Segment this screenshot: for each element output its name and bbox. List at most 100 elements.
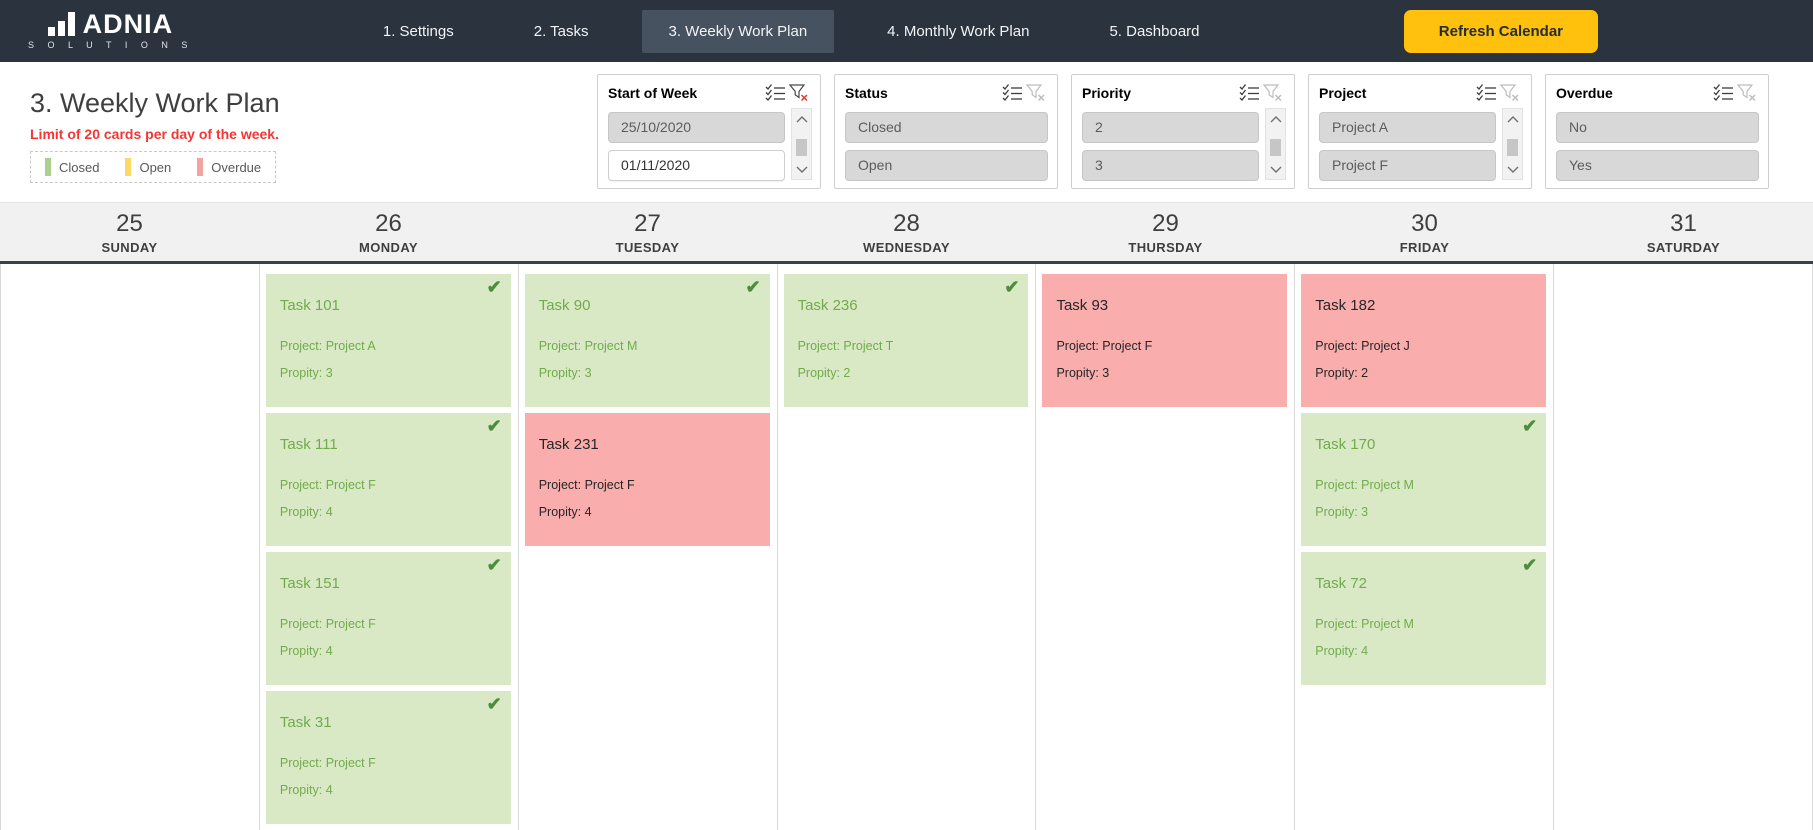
slicer-item-2[interactable]: 2	[1082, 112, 1259, 143]
check-icon: ✔	[487, 555, 502, 576]
task-title: Task 90	[539, 297, 756, 314]
task-priority: Propity: 2	[1315, 366, 1532, 380]
task-card-task-151[interactable]: ✔Task 151Project: Project FPropity: 4	[266, 552, 511, 685]
multi-select-icon[interactable]	[1237, 83, 1261, 103]
task-project: Project: Project J	[1315, 339, 1532, 353]
task-card-task-31[interactable]: ✔Task 31Project: Project FPropity: 4	[266, 691, 511, 824]
day-number: 26	[259, 210, 518, 238]
slicer-item-closed[interactable]: Closed	[845, 112, 1048, 143]
task-project: Project: Project M	[1315, 478, 1532, 492]
slicer-item-project-f[interactable]: Project F	[1319, 150, 1496, 181]
task-project: Project: Project A	[280, 339, 497, 353]
tab-5-dashboard[interactable]: 5. Dashboard	[1082, 10, 1226, 53]
task-priority: Propity: 3	[1056, 366, 1273, 380]
scrollbar-thumb[interactable]	[1507, 139, 1518, 156]
clear-filter-icon[interactable]	[1024, 83, 1048, 103]
header-area: 3. Weekly Work Plan Limit of 20 cards pe…	[0, 62, 1813, 202]
task-project: Project: Project M	[539, 339, 756, 353]
slicer-overdue: Overdue NoYes	[1545, 74, 1769, 189]
slicer-scrollbar[interactable]	[1265, 108, 1286, 180]
day-name: TUESDAY	[518, 240, 777, 255]
day-column-sunday	[0, 264, 260, 830]
multi-select-icon[interactable]	[763, 83, 787, 103]
multi-select-icon[interactable]	[1711, 83, 1735, 103]
tab-1-settings[interactable]: 1. Settings	[356, 10, 481, 53]
slicer-scrollbar[interactable]	[791, 108, 812, 180]
day-header-tuesday: 27 TUESDAY	[518, 203, 777, 261]
slicer-priority: Priority 2 3	[1071, 74, 1295, 189]
slicer-row: Start of Week 25/10/202001/11/2020Status…	[597, 74, 1769, 189]
task-title: Task 101	[280, 297, 497, 314]
slicer-title: Status	[845, 85, 1000, 101]
tab-4-monthly-work-plan[interactable]: 4. Monthly Work Plan	[860, 10, 1056, 53]
task-priority: Propity: 4	[280, 644, 497, 658]
task-card-task-170[interactable]: ✔Task 170Project: Project MPropity: 3	[1301, 413, 1546, 546]
tab-3-weekly-work-plan[interactable]: 3. Weekly Work Plan	[642, 10, 835, 53]
day-number: 27	[518, 210, 777, 238]
slicer-scrollbar[interactable]	[1502, 108, 1523, 180]
adnia-logo: ADNIA S O L U T I O N S	[28, 12, 193, 50]
task-card-task-182[interactable]: Task 182 Project: Project J Propity: 2	[1301, 274, 1546, 407]
task-title: Task 31	[280, 714, 497, 731]
slicer-item-01-11-2020[interactable]: 01/11/2020	[608, 150, 785, 181]
day-number: 28	[777, 210, 1036, 238]
task-card-task-72[interactable]: ✔Task 72Project: Project MPropity: 4	[1301, 552, 1546, 685]
day-header-friday: 30 FRIDAY	[1295, 203, 1554, 261]
task-card-task-93[interactable]: Task 93Project: Project FPropity: 3	[1042, 274, 1287, 407]
slicer-item-25-10-2020[interactable]: 25/10/2020	[608, 112, 785, 143]
slicer-status: Status Closed Open	[834, 74, 1058, 189]
task-title: Task 231	[539, 436, 756, 453]
scroll-up-icon[interactable]	[1503, 111, 1522, 127]
task-project: Project: Project F	[280, 478, 497, 492]
task-card-task-111[interactable]: ✔Task 111Project: Project FPropity: 4	[266, 413, 511, 546]
scroll-down-icon[interactable]	[792, 161, 811, 177]
multi-select-icon[interactable]	[1000, 83, 1024, 103]
day-name: WEDNESDAY	[777, 240, 1036, 255]
task-title: Task 182	[1315, 297, 1532, 314]
check-icon: ✔	[1522, 416, 1537, 437]
task-project: Project: Project T	[798, 339, 1015, 353]
scroll-up-icon[interactable]	[792, 111, 811, 127]
slicer-project: Project Project AProject F	[1308, 74, 1532, 189]
day-name: FRIDAY	[1295, 240, 1554, 255]
task-priority: Propity: 2	[798, 366, 1015, 380]
legend-swatch-overdue	[197, 158, 203, 176]
day-name: THURSDAY	[1036, 240, 1295, 255]
scroll-down-icon[interactable]	[1266, 161, 1285, 177]
day-header-thursday: 29THURSDAY	[1036, 203, 1295, 261]
clear-filter-icon[interactable]	[1261, 83, 1285, 103]
multi-select-icon[interactable]	[1474, 83, 1498, 103]
task-priority: Propity: 4	[280, 783, 497, 797]
slicer-item-no[interactable]: No	[1556, 112, 1759, 143]
bar-chart-logo-icon	[48, 12, 75, 36]
scrollbar-thumb[interactable]	[796, 139, 807, 156]
clear-filter-icon[interactable]	[787, 83, 811, 103]
tab-2-tasks[interactable]: 2. Tasks	[507, 10, 616, 53]
scroll-down-icon[interactable]	[1503, 161, 1522, 177]
calendar-body: ✔Task 101Project: Project APropity: 3✔Ta…	[0, 264, 1813, 830]
slicer-item-open[interactable]: Open	[845, 150, 1048, 181]
legend-swatch-closed	[45, 158, 51, 176]
scroll-up-icon[interactable]	[1266, 111, 1285, 127]
clear-filter-icon[interactable]	[1735, 83, 1759, 103]
task-priority: Propity: 4	[539, 505, 756, 519]
task-card-task-90[interactable]: ✔Task 90Project: Project MPropity: 3	[525, 274, 770, 407]
task-card-task-101[interactable]: ✔Task 101Project: Project APropity: 3	[266, 274, 511, 407]
task-card-task-231[interactable]: Task 231 Project: Project F Propity: 4	[525, 413, 770, 546]
task-card-task-236[interactable]: ✔Task 236Project: Project TPropity: 2	[784, 274, 1029, 407]
slicer-item-yes[interactable]: Yes	[1556, 150, 1759, 181]
clear-filter-icon[interactable]	[1498, 83, 1522, 103]
scrollbar-thumb[interactable]	[1270, 139, 1281, 156]
task-title: Task 72	[1315, 575, 1532, 592]
task-project: Project: Project F	[539, 478, 756, 492]
page-subtitle: Limit of 20 cards per day of the week.	[30, 126, 280, 142]
day-number: 30	[1295, 210, 1554, 238]
task-title: Task 236	[798, 297, 1015, 314]
slicer-title: Priority	[1082, 85, 1237, 101]
day-column-friday: Task 182Project: Project JPropity: 2✔Tas…	[1295, 264, 1554, 830]
slicer-item-project-a[interactable]: Project A	[1319, 112, 1496, 143]
slicer-item-3[interactable]: 3	[1082, 150, 1259, 181]
day-column-tuesday: ✔Task 90Project: Project MPropity: 3Task…	[519, 264, 778, 830]
day-name: SUNDAY	[0, 240, 259, 255]
refresh-calendar-button[interactable]: Refresh Calendar	[1404, 10, 1598, 53]
